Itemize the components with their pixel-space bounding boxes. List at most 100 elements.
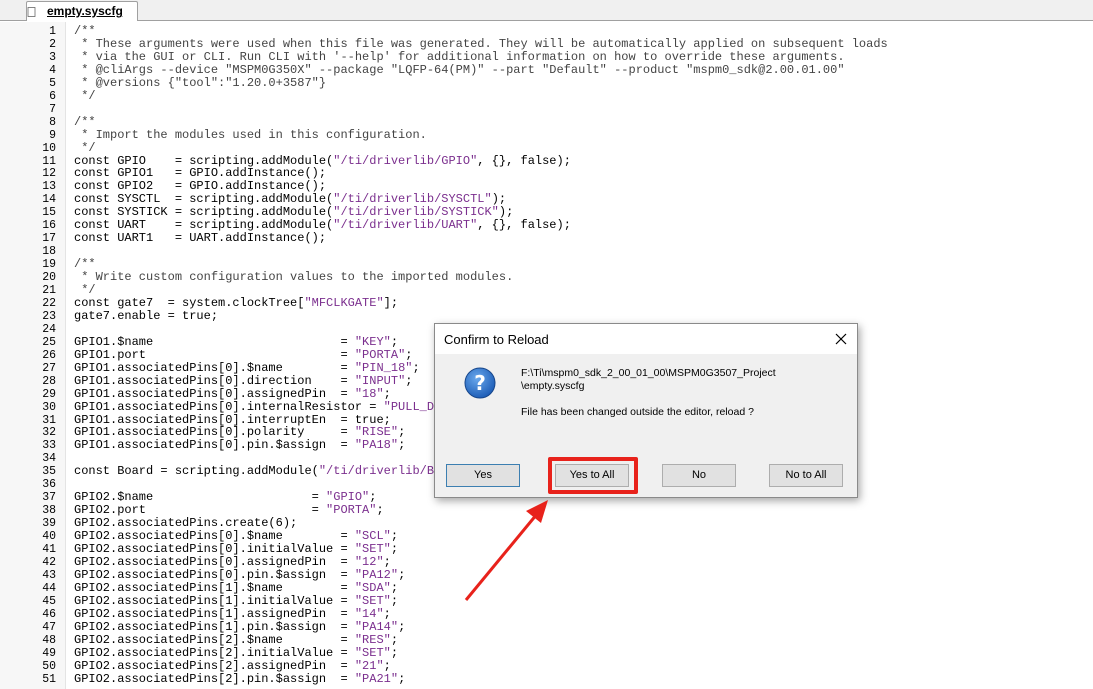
line-number: 17 [42, 232, 56, 246]
code-text: GPIO2.associatedPins[1].initialValue = "… [74, 593, 399, 608]
code-line: 10 */ [0, 140, 1093, 155]
line-number: 12 [42, 167, 56, 181]
line-number: 47 [42, 620, 56, 634]
dialog-titlebar: Confirm to Reload [435, 324, 857, 354]
line-number: 35 [42, 465, 56, 479]
tab-label: empty.syscfg [47, 4, 123, 18]
code-text: GPIO1.associatedPins[0].pin.$assign = "P… [74, 438, 406, 453]
code-line: 46 GPIO2.associatedPins[1].assignedPin = … [0, 606, 1093, 621]
code-text: */ [74, 88, 96, 103]
line-number: 20 [42, 271, 56, 285]
code-text: GPIO2.associatedPins[2].assignedPin = "2… [74, 658, 391, 673]
line-number: 5 [49, 76, 56, 90]
code-text: */ [74, 140, 96, 155]
line-number: 18 [42, 245, 56, 259]
line-number: 11 [42, 154, 56, 168]
line-number: 51 [42, 672, 56, 686]
question-icon: ? [464, 367, 496, 399]
line-number: 48 [42, 633, 56, 647]
line-number: 9 [49, 128, 56, 142]
line-number: 40 [42, 530, 56, 544]
line-number: 13 [42, 180, 56, 194]
code-text: * Write custom configuration values to t… [74, 270, 514, 285]
line-number: 50 [42, 659, 56, 673]
code-line: 49 GPIO2.associatedPins[2].initialValue =… [0, 646, 1093, 660]
code-line: 17 const UART1 = UART.addInstance(); [0, 231, 1093, 246]
dialog-title: Confirm to Reload [444, 332, 549, 347]
code-line: 5 * @versions {"tool":"1.20.0+3587"} [0, 75, 1093, 90]
tab-bar: empty.syscfg [0, 0, 1093, 21]
code-line: 18 [0, 245, 1093, 258]
code-text: GPIO2.associatedPins[1].assignedPin = "1… [74, 606, 391, 621]
code-line: 23 gate7.enable = true; [0, 309, 1093, 323]
line-number: 2 [49, 37, 56, 51]
tab-empty-syscfg[interactable]: empty.syscfg [26, 1, 138, 21]
line-number: 42 [42, 555, 56, 569]
line-number: 43 [42, 568, 56, 582]
code-text: GPIO1.$name = "KEY"; [74, 334, 399, 349]
no-to-all-button[interactable]: No to All [769, 464, 843, 487]
line-number: 14 [42, 193, 56, 207]
code-line: 9 * Import the modules used in this conf… [0, 127, 1093, 142]
line-number: 6 [49, 89, 56, 103]
code-text: GPIO1.associatedPins[0].assignedPin = "1… [74, 386, 391, 401]
yes-button[interactable]: Yes [446, 464, 520, 487]
line-number: 29 [42, 387, 56, 401]
code-text: GPIO2.associatedPins[1].$name = "SDA"; [74, 580, 399, 595]
code-line: 48 GPIO2.associatedPins[2].$name = "RES"; [0, 632, 1093, 647]
code-text: GPIO2.associatedPins[0].assignedPin = "1… [74, 554, 391, 569]
line-number: 8 [49, 115, 56, 129]
line-number: 33 [42, 439, 56, 453]
line-number: 46 [42, 607, 56, 621]
code-line: 44 GPIO2.associatedPins[1].$name = "SDA"; [0, 580, 1093, 595]
line-number: 34 [42, 452, 56, 466]
line-number: 16 [42, 219, 56, 233]
line-number: 38 [42, 504, 56, 518]
line-number: 39 [42, 517, 56, 531]
code-line: 42 GPIO2.associatedPins[0].assignedPin = … [0, 554, 1093, 569]
code-line: 6 */ [0, 88, 1093, 103]
line-number: 45 [42, 594, 56, 608]
code-line: 45 GPIO2.associatedPins[1].initialValue =… [0, 593, 1093, 608]
code-line: 20 * Write custom configuration values t… [0, 270, 1093, 285]
code-text: const UART1 = UART.addInstance(); [74, 231, 327, 246]
line-number: 3 [49, 50, 56, 64]
file-icon [27, 7, 36, 17]
line-number: 27 [42, 361, 56, 375]
line-number: 30 [42, 400, 56, 414]
line-number: 37 [42, 491, 56, 505]
line-number: 32 [42, 426, 56, 440]
line-number: 26 [42, 348, 56, 362]
line-number: 10 [42, 141, 56, 155]
line-number: 25 [42, 335, 56, 349]
code-text: GPIO1.associatedPins[0].internalResistor… [74, 399, 470, 414]
line-number: 19 [42, 258, 56, 272]
yes-to-all-highlight-box [548, 457, 638, 494]
line-number: 28 [42, 374, 56, 388]
line-number: 24 [42, 322, 56, 336]
line-number: 21 [42, 284, 56, 297]
code-text: * @versions {"tool":"1.20.0+3587"} [74, 75, 327, 90]
code-line: 22 const gate7 = system.clockTree["MFCLKG… [0, 296, 1093, 310]
line-number: 1 [49, 25, 56, 38]
line-number: 49 [42, 646, 56, 660]
code-text: GPIO2.associatedPins[2].pin.$assign = "P… [74, 671, 406, 686]
confirm-reload-dialog: Confirm to Reload ? F:\Ti\mspm0_sdk_2_00… [434, 323, 858, 498]
line-number: 44 [42, 581, 56, 595]
line-number: 36 [42, 478, 56, 492]
code-text: * Import the modules used in this config… [74, 127, 427, 142]
close-icon[interactable] [831, 329, 851, 349]
line-number: 23 [42, 309, 56, 323]
line-number: 31 [42, 413, 56, 427]
code-text: GPIO2.associatedPins[2].$name = "RES"; [74, 632, 399, 647]
code-line: 43 GPIO2.associatedPins[0].pin.$assign = … [0, 568, 1093, 582]
line-number: 22 [42, 296, 56, 310]
code-line: 51 GPIO2.associatedPins[2].pin.$assign = … [0, 671, 1093, 686]
line-number: 4 [49, 63, 56, 77]
code-line: 7 [0, 103, 1093, 116]
dialog-file-path: F:\Ti\mspm0_sdk_2_00_01_00\MSPM0G3507_Pr… [521, 367, 776, 392]
code-line: 50 GPIO2.associatedPins[2].assignedPin = … [0, 658, 1093, 673]
no-button[interactable]: No [662, 464, 736, 487]
svg-text:?: ? [474, 371, 486, 395]
code-line: 47 GPIO2.associatedPins[1].pin.$assign = … [0, 620, 1093, 634]
